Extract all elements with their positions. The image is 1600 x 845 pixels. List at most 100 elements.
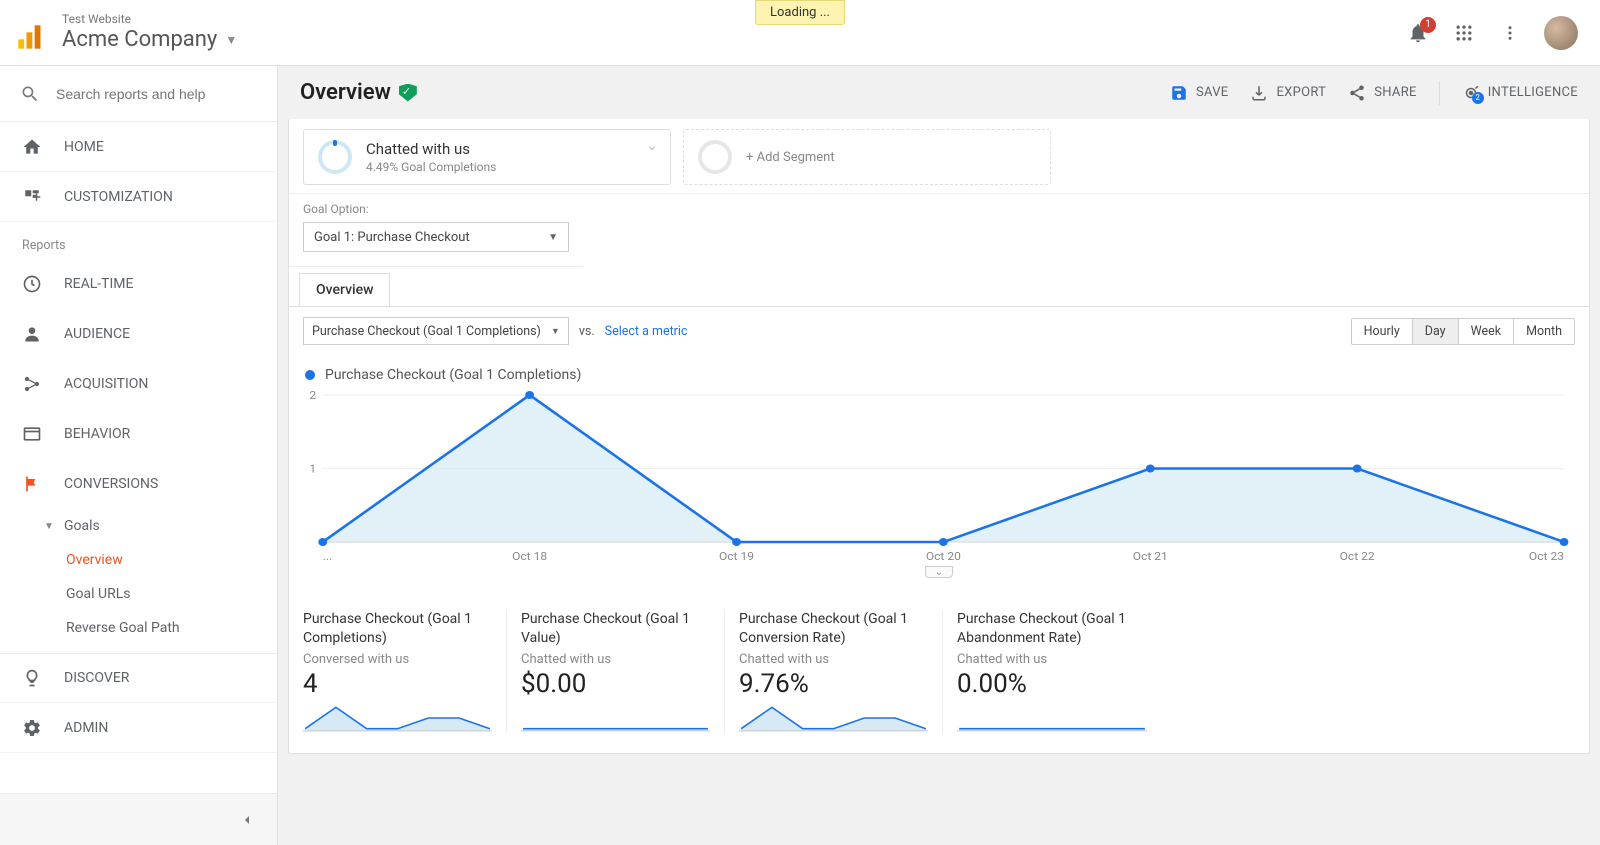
add-segment-button[interactable]: + Add Segment [683,129,1051,185]
gear-icon [22,718,42,738]
avatar[interactable] [1544,16,1578,50]
dropdown-value: Goal 1: Purchase Checkout [314,230,470,245]
nav-audience[interactable]: AUDIENCE [0,309,277,359]
search-input[interactable] [56,86,257,102]
intelligence-badge: 2 [1472,92,1484,104]
card-subtitle: Chatted with us [739,652,928,667]
sidebar: HOME CUSTOMIZATION Reports REAL-TIME AUD… [0,66,278,845]
granularity-month[interactable]: Month [1513,319,1574,344]
svg-text:Oct 22: Oct 22 [1340,550,1376,563]
nav-realtime[interactable]: REAL-TIME [0,259,277,309]
card-title: Purchase Checkout (Goal 1 Abandonment Ra… [957,610,1147,648]
nav-admin[interactable]: ADMIN [0,703,277,753]
chevron-left-icon [239,812,255,828]
main-chart: 12...Oct 18Oct 19Oct 20Oct 21Oct 22Oct 2… [303,389,1575,564]
triangle-down-icon: ▼ [44,521,64,532]
metric-card[interactable]: Purchase Checkout (Goal 1 Value) Chatted… [521,610,725,733]
metric-cards: Purchase Checkout (Goal 1 Completions) C… [289,588,1589,753]
customization-icon [22,188,42,206]
caret-down-icon: ▼ [551,326,560,337]
nav-label: BEHAVIOR [64,426,130,442]
granularity-hourly[interactable]: Hourly [1352,319,1412,344]
analytics-icon [16,23,44,51]
nav-label: Overview [66,552,123,568]
nav-goals-overview[interactable]: Overview [0,543,277,577]
svg-text:Oct 23: Oct 23 [1529,550,1564,563]
metric-card[interactable]: Purchase Checkout (Goal 1 Completions) C… [303,610,507,733]
more-icon[interactable] [1498,21,1522,45]
nav-customization[interactable]: CUSTOMIZATION [0,172,277,222]
nav-label: CUSTOMIZATION [64,189,173,205]
nav-label: ADMIN [64,720,108,736]
bulb-icon [22,668,42,688]
nav-conversions[interactable]: CONVERSIONS [0,459,277,509]
nav-acquisition[interactable]: ACQUISITION [0,359,277,409]
segment-card[interactable]: Chatted with us 4.49% Goal Completions ⌄ [303,129,671,185]
tab-overview[interactable]: Overview [299,273,390,306]
export-button[interactable]: EXPORT [1250,84,1326,102]
clock-icon [22,274,42,294]
goal-option-label: Goal Option: [303,202,569,216]
card-value: $0.00 [521,669,710,699]
segment-subtitle: 4.49% Goal Completions [366,160,496,174]
notifications-icon[interactable]: 1 [1406,21,1430,45]
legend-dot-icon [305,370,315,380]
main-content: Overview SAVE EXPORT SHARE [278,66,1600,845]
nav-behavior[interactable]: BEHAVIOR [0,409,277,459]
intelligence-button[interactable]: 2 INTELLIGENCE [1462,84,1578,102]
card-subtitle: Chatted with us [521,652,710,667]
share-button[interactable]: SHARE [1348,84,1417,102]
svg-text:2: 2 [309,389,316,402]
share-icon [1348,84,1366,102]
property-selector[interactable]: Test Website Acme Company ▼ [62,12,237,53]
granularity-day[interactable]: Day [1412,319,1458,344]
vs-label: vs. [579,324,595,339]
loading-indicator: Loading ... [755,0,845,25]
nav-goals[interactable]: ▼ Goals [0,509,277,543]
nav-label: AUDIENCE [64,326,130,342]
card-title: Purchase Checkout (Goal 1 Completions) [303,610,492,648]
svg-text:Oct 18: Oct 18 [512,550,547,563]
nav-discover[interactable]: DISCOVER [0,653,277,703]
svg-text:1: 1 [309,462,316,475]
action-label: SAVE [1196,85,1229,100]
action-label: EXPORT [1276,85,1326,100]
nav-label: HOME [64,139,104,155]
add-segment-label: + Add Segment [746,150,835,165]
time-granularity-toggle: Hourly Day Week Month [1351,318,1575,345]
metric-dropdown[interactable]: Purchase Checkout (Goal 1 Completions) ▼ [303,317,569,345]
goal-option-dropdown[interactable]: Goal 1: Purchase Checkout ▼ [303,222,569,252]
page-title: Overview [300,80,391,105]
apps-icon[interactable] [1452,21,1476,45]
nav-label: CONVERSIONS [64,476,158,492]
nav-home[interactable]: HOME [0,122,277,172]
action-label: INTELLIGENCE [1488,85,1578,100]
svg-text:Oct 21: Oct 21 [1133,550,1168,563]
nav-goal-urls[interactable]: Goal URLs [0,577,277,611]
select-metric-link[interactable]: Select a metric [605,324,688,339]
sparkline [521,703,710,733]
collapse-sidebar-button[interactable] [0,793,277,845]
account-name: Acme Company [62,27,217,53]
caret-down-icon: ▼ [548,232,558,243]
segment-donut-icon [318,140,352,174]
card-title: Purchase Checkout (Goal 1 Value) [521,610,710,648]
reports-section-label: Reports [0,222,277,259]
nav-reverse-goal-path[interactable]: Reverse Goal Path [0,611,277,645]
metric-card[interactable]: Purchase Checkout (Goal 1 Conversion Rat… [739,610,943,733]
save-button[interactable]: SAVE [1170,84,1229,102]
svg-text:Oct 19: Oct 19 [719,550,754,563]
empty-donut-icon [698,140,732,174]
search-bar[interactable] [0,66,277,122]
granularity-week[interactable]: Week [1458,319,1514,344]
sparkline [303,703,492,733]
divider [1439,81,1440,105]
acquisition-icon [22,374,42,394]
sparkline [739,703,928,733]
svg-text:...: ... [323,550,333,563]
metric-card[interactable]: Purchase Checkout (Goal 1 Abandonment Ra… [957,610,1161,733]
action-label: SHARE [1374,85,1417,100]
chart-expand-handle[interactable]: ⌄ [925,566,953,578]
card-value: 0.00% [957,669,1147,699]
card-subtitle: Conversed with us [303,652,492,667]
